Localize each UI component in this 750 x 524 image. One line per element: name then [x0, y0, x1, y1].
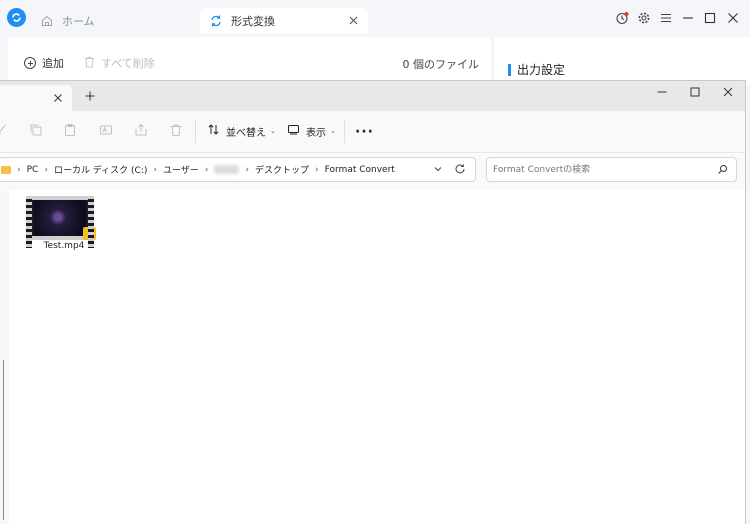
file-name: Test.mp4: [43, 241, 85, 251]
minimize-icon[interactable]: [656, 86, 668, 98]
navigation-scrollbar[interactable]: [3, 360, 4, 520]
navigation-pane: [0, 190, 9, 524]
output-settings-title: 出力設定: [508, 64, 565, 76]
view-icon: [287, 123, 300, 139]
file-explorer-window: 並べ替え ⌄ 表示 ⌄ ··· › PC › ローカル ディスク (C:) › …: [0, 80, 746, 524]
timer-icon[interactable]: [615, 11, 629, 25]
view-label: 表示: [306, 127, 326, 139]
search-input[interactable]: [493, 163, 708, 177]
convert-icon: [209, 14, 223, 28]
chevron-right-icon: ›: [153, 164, 157, 175]
file-item[interactable]: Test.mp4: [22, 196, 96, 260]
minimize-icon[interactable]: [681, 11, 695, 25]
close-icon[interactable]: [722, 86, 734, 98]
app-titlebar: ホーム 形式変換: [0, 0, 750, 37]
search-icon[interactable]: [717, 164, 728, 175]
tab-home-label: ホーム: [62, 15, 95, 28]
cut-icon[interactable]: [0, 123, 8, 137]
file-list-area: Test.mp4: [9, 190, 745, 524]
view-button[interactable]: 表示 ⌄: [287, 123, 336, 139]
toolbar-divider: [344, 119, 345, 143]
refresh-icon[interactable]: [454, 163, 466, 175]
tab-home[interactable]: ホーム: [38, 8, 198, 34]
trash-icon: [84, 56, 95, 71]
sort-label: 並べ替え: [226, 127, 266, 139]
explorer-address-row: › PC › ローカル ディスク (C:) › ユーザー › › デスクトップ …: [0, 154, 745, 190]
chevron-right-icon: ›: [44, 164, 48, 175]
breadcrumb: › PC › ローカル ディスク (C:) › ユーザー › › デスクトップ …: [0, 158, 395, 181]
maximize-icon[interactable]: [703, 11, 717, 25]
close-tab-icon[interactable]: [347, 14, 360, 27]
sort-button[interactable]: 並べ替え ⌄: [207, 123, 276, 139]
chevron-right-icon: ›: [245, 164, 250, 175]
home-icon: [40, 14, 54, 28]
tab-convert[interactable]: 形式変換: [200, 8, 368, 34]
add-button[interactable]: 追加: [24, 55, 64, 71]
delete-icon[interactable]: [169, 123, 183, 137]
explorer-tab-bar: [0, 81, 745, 111]
breadcrumb-item-desktop[interactable]: デスクトップ: [255, 163, 309, 176]
video-frame: [34, 200, 86, 236]
explorer-command-bar: 並べ替え ⌄ 表示 ⌄ ···: [0, 111, 745, 153]
app-logo-icon: [7, 8, 26, 27]
breadcrumb-item-users[interactable]: ユーザー: [163, 163, 199, 176]
breadcrumb-item-pc[interactable]: PC: [27, 165, 39, 175]
breadcrumb-item-local-disk[interactable]: ローカル ディスク (C:): [54, 163, 147, 176]
add-circle-icon: [24, 57, 36, 69]
maximize-icon[interactable]: [689, 86, 701, 98]
chevron-right-icon: ›: [315, 164, 319, 175]
close-icon[interactable]: [726, 11, 740, 25]
chevron-right-icon: ›: [204, 164, 209, 175]
app-file-toolbar: 追加 すべて削除 0 個のファイル: [8, 37, 491, 85]
folder-icon: [1, 165, 11, 174]
add-button-label: 追加: [42, 57, 64, 70]
search-box[interactable]: [486, 157, 737, 182]
video-player-badge-icon: [83, 227, 96, 240]
chevron-down-icon: ⌄: [270, 127, 276, 135]
output-settings-panel: 出力設定: [494, 37, 750, 85]
more-options-icon[interactable]: ···: [355, 124, 374, 140]
menu-icon[interactable]: [659, 11, 673, 25]
chevron-right-icon: ›: [17, 164, 21, 175]
paste-icon[interactable]: [63, 123, 77, 137]
chevron-down-icon[interactable]: [433, 164, 443, 174]
close-tab-icon[interactable]: [52, 92, 64, 104]
breadcrumb-item-format-convert[interactable]: Format Convert: [325, 165, 395, 175]
gear-icon[interactable]: [637, 11, 651, 25]
delete-all-label: すべて削除: [101, 57, 155, 70]
video-thumbnail: [26, 196, 96, 248]
share-icon[interactable]: [134, 123, 148, 137]
breadcrumb-item-username-redacted[interactable]: [214, 165, 240, 174]
chevron-down-icon: ⌄: [330, 127, 336, 135]
tab-convert-label: 形式変換: [231, 15, 275, 28]
toolbar-divider: [195, 119, 196, 143]
address-bar[interactable]: › PC › ローカル ディスク (C:) › ユーザー › › デスクトップ …: [0, 157, 476, 182]
file-count: 0 個のファイル: [402, 58, 480, 71]
copy-icon[interactable]: [29, 123, 43, 137]
explorer-tab[interactable]: [0, 85, 72, 111]
rename-icon[interactable]: [99, 123, 113, 137]
new-tab-icon[interactable]: [84, 90, 96, 102]
delete-all-button[interactable]: すべて削除: [84, 55, 155, 71]
sort-icon: [207, 123, 220, 139]
